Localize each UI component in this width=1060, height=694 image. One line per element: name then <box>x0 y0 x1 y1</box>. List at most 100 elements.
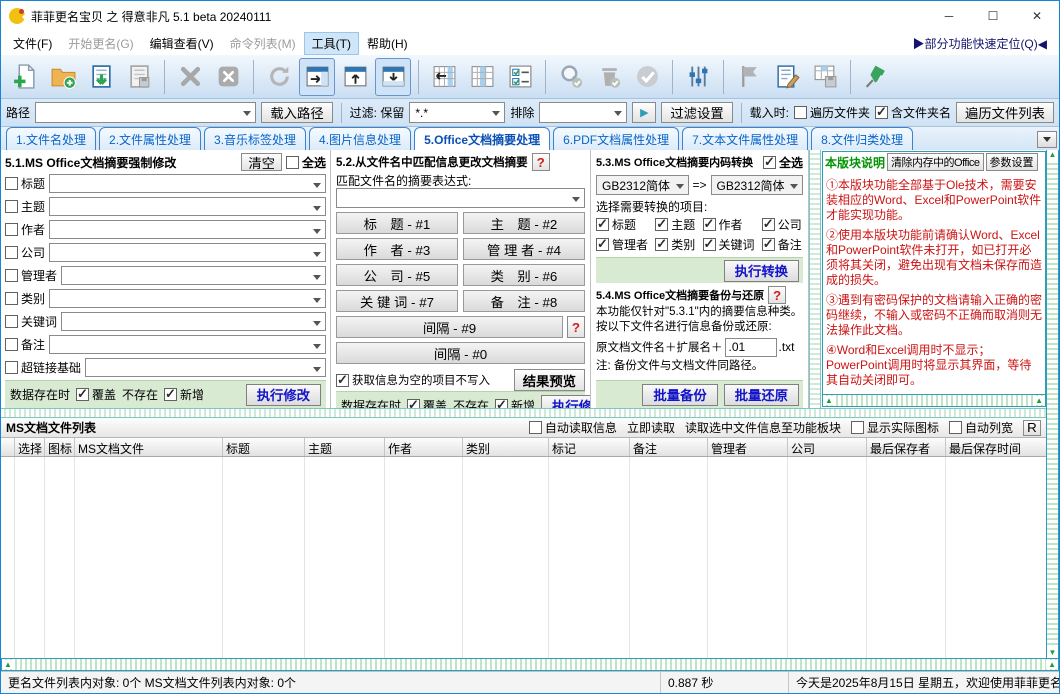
checklist-button[interactable] <box>502 58 538 96</box>
convert-keywords-checkbox[interactable]: 关键词 <box>703 236 756 253</box>
tab-file-classify[interactable]: 8.文件归类处理 <box>811 127 913 150</box>
traverse-file-list-button[interactable]: 遍历文件列表 <box>956 102 1054 123</box>
select-all-51-checkbox[interactable]: 全选 <box>286 154 326 171</box>
tab-filename[interactable]: 1.文件名处理 <box>6 127 96 150</box>
confirm-check-button[interactable] <box>629 58 665 96</box>
path-combobox[interactable] <box>35 102 256 123</box>
field-category-combobox[interactable] <box>49 289 326 308</box>
info-horizontal-scrollbar[interactable]: ▲▲ <box>823 394 1045 406</box>
execute-modify-button-52[interactable]: 执行修改 <box>541 395 591 409</box>
trash-check-button[interactable] <box>591 58 627 96</box>
show-real-icons-checkbox[interactable]: 显示实际图标 <box>851 419 939 436</box>
field-manager-checkbox[interactable]: 管理者 <box>5 267 57 284</box>
open-folder-button[interactable] <box>45 58 81 96</box>
gap-0-button[interactable]: 间隔 - #0 <box>336 342 585 364</box>
table-body[interactable] <box>1 457 1046 658</box>
delete-button[interactable] <box>172 58 208 96</box>
convert-author-checkbox[interactable]: 作者 <box>703 216 756 233</box>
help-button-54[interactable]: ? <box>768 286 786 304</box>
panel-right-button[interactable] <box>299 58 335 96</box>
list-splitter[interactable] <box>1 408 1046 418</box>
quick-locate-link[interactable]: ▶部分功能快速定位(Q)◀ <box>912 35 1055 52</box>
overwrite-checkbox-51[interactable]: 覆盖 <box>76 386 116 403</box>
refresh-columns-button[interactable]: R <box>1023 420 1041 436</box>
column-header-last-save-time[interactable]: 最后保存时间 <box>946 438 1046 456</box>
close-button[interactable]: ✕ <box>1015 1 1059 31</box>
field-keywords-combobox[interactable] <box>61 312 326 331</box>
select-all-53-checkbox[interactable]: 全选 <box>763 154 803 171</box>
panel-down-button[interactable] <box>375 58 411 96</box>
delete-all-button[interactable] <box>210 58 246 96</box>
help-button-52[interactable]: ? <box>532 153 550 171</box>
tab-text-attr[interactable]: 7.文本文件属性处理 <box>682 127 808 150</box>
convert-manager-checkbox[interactable]: 管理者 <box>596 236 649 253</box>
panel-splitter[interactable] <box>809 150 821 408</box>
field-hyperlink-base-combobox[interactable] <box>85 358 326 377</box>
tab-music-tag[interactable]: 3.音乐标签处理 <box>204 127 306 150</box>
apply-filter-button[interactable]: ▶ <box>632 102 656 123</box>
column-header-title[interactable]: 标题 <box>223 438 305 456</box>
field-author-checkbox[interactable]: 作者 <box>5 221 45 238</box>
include-folder-name-checkbox[interactable]: 含文件夹名 <box>875 104 951 121</box>
field-title-combobox[interactable] <box>49 174 326 193</box>
field-comments-combobox[interactable] <box>49 335 326 354</box>
table-save-button[interactable] <box>807 58 843 96</box>
column-header-file[interactable]: MS文档文件 <box>75 438 223 456</box>
exclude-filter-combobox[interactable] <box>539 102 627 123</box>
auto-column-width-checkbox[interactable]: 自动列宽 <box>949 419 1013 436</box>
add-checkbox-51[interactable]: 新增 <box>164 386 204 403</box>
tab-pdf-attr[interactable]: 6.PDF文档属性处理 <box>553 127 679 150</box>
field-author-combobox[interactable] <box>49 220 326 239</box>
auto-read-checkbox[interactable]: 自动读取信息 <box>529 419 617 436</box>
field-company-checkbox[interactable]: 公司 <box>5 244 45 261</box>
column-header-last-saver[interactable]: 最后保存者 <box>867 438 946 456</box>
parameter-settings-button[interactable]: 参数设置 <box>986 153 1038 171</box>
suffix-input[interactable] <box>725 338 777 357</box>
menu-tools[interactable]: 工具(T) <box>304 32 359 55</box>
field-subject-combobox[interactable] <box>49 197 326 216</box>
maximize-button[interactable]: ☐ <box>971 1 1015 31</box>
tab-image-info[interactable]: 4.图片信息处理 <box>309 127 411 150</box>
edit-list-button[interactable] <box>769 58 805 96</box>
column-header-icon[interactable]: 图标 <box>45 438 75 456</box>
convert-subject-checkbox[interactable]: 主题 <box>655 216 696 233</box>
menu-edit-view[interactable]: 编辑查看(V) <box>142 32 222 55</box>
field-keywords-checkbox[interactable]: 关键词 <box>5 313 57 330</box>
add-checkbox-52[interactable]: 新增 <box>495 397 535 408</box>
settings-sliders-button[interactable] <box>680 58 716 96</box>
read-selected-link[interactable]: 读取选中文件信息至功能板块 <box>685 419 841 436</box>
field-hyperlink-base-checkbox[interactable]: 超链接基础 <box>5 359 81 376</box>
filter-settings-button[interactable]: 过滤设置 <box>661 102 732 123</box>
tab-overflow-button[interactable] <box>1037 131 1057 148</box>
columns-middle-button[interactable] <box>464 58 500 96</box>
flag-button[interactable] <box>731 58 767 96</box>
clear-office-memory-button[interactable]: 清除内存中的Office <box>887 153 984 171</box>
gap-help-button[interactable]: ? <box>567 316 585 338</box>
field-subject-checkbox[interactable]: 主题 <box>5 198 45 215</box>
keep-filter-combobox[interactable]: *.* <box>409 102 505 123</box>
field-category-checkbox[interactable]: 类别 <box>5 290 45 307</box>
tab-file-attr[interactable]: 2.文件属性处理 <box>99 127 201 150</box>
column-header-manager[interactable]: 管理者 <box>708 438 788 456</box>
load-path-button[interactable]: 载入路径 <box>261 102 332 123</box>
overwrite-checkbox-52[interactable]: 覆盖 <box>407 397 447 408</box>
pin-button[interactable] <box>858 58 894 96</box>
search-check-button[interactable] <box>553 58 589 96</box>
field-manager-combobox[interactable] <box>61 266 326 285</box>
convert-category-checkbox[interactable]: 类别 <box>655 236 696 253</box>
token-author-button[interactable]: 作 者 - #3 <box>336 238 458 260</box>
import-list-button[interactable] <box>83 58 119 96</box>
token-manager-button[interactable]: 管 理 者 - #4 <box>463 238 585 260</box>
convert-title-checkbox[interactable]: 标题 <box>596 216 649 233</box>
column-header-comments[interactable]: 备注 <box>630 438 708 456</box>
save-list-button[interactable] <box>121 58 157 96</box>
minimize-button[interactable]: ─ <box>927 1 971 31</box>
horizontal-scrollbar[interactable]: ▲ ▲ <box>1 658 1059 671</box>
field-title-checkbox[interactable]: 标题 <box>5 175 45 192</box>
new-file-button[interactable] <box>7 58 43 96</box>
read-now-link[interactable]: 立即读取 <box>627 419 675 436</box>
column-header-mark[interactable]: 标记 <box>549 438 630 456</box>
columns-left-button[interactable] <box>426 58 462 96</box>
convert-comments-checkbox[interactable]: 备注 <box>762 236 803 253</box>
field-comments-checkbox[interactable]: 备注 <box>5 336 45 353</box>
